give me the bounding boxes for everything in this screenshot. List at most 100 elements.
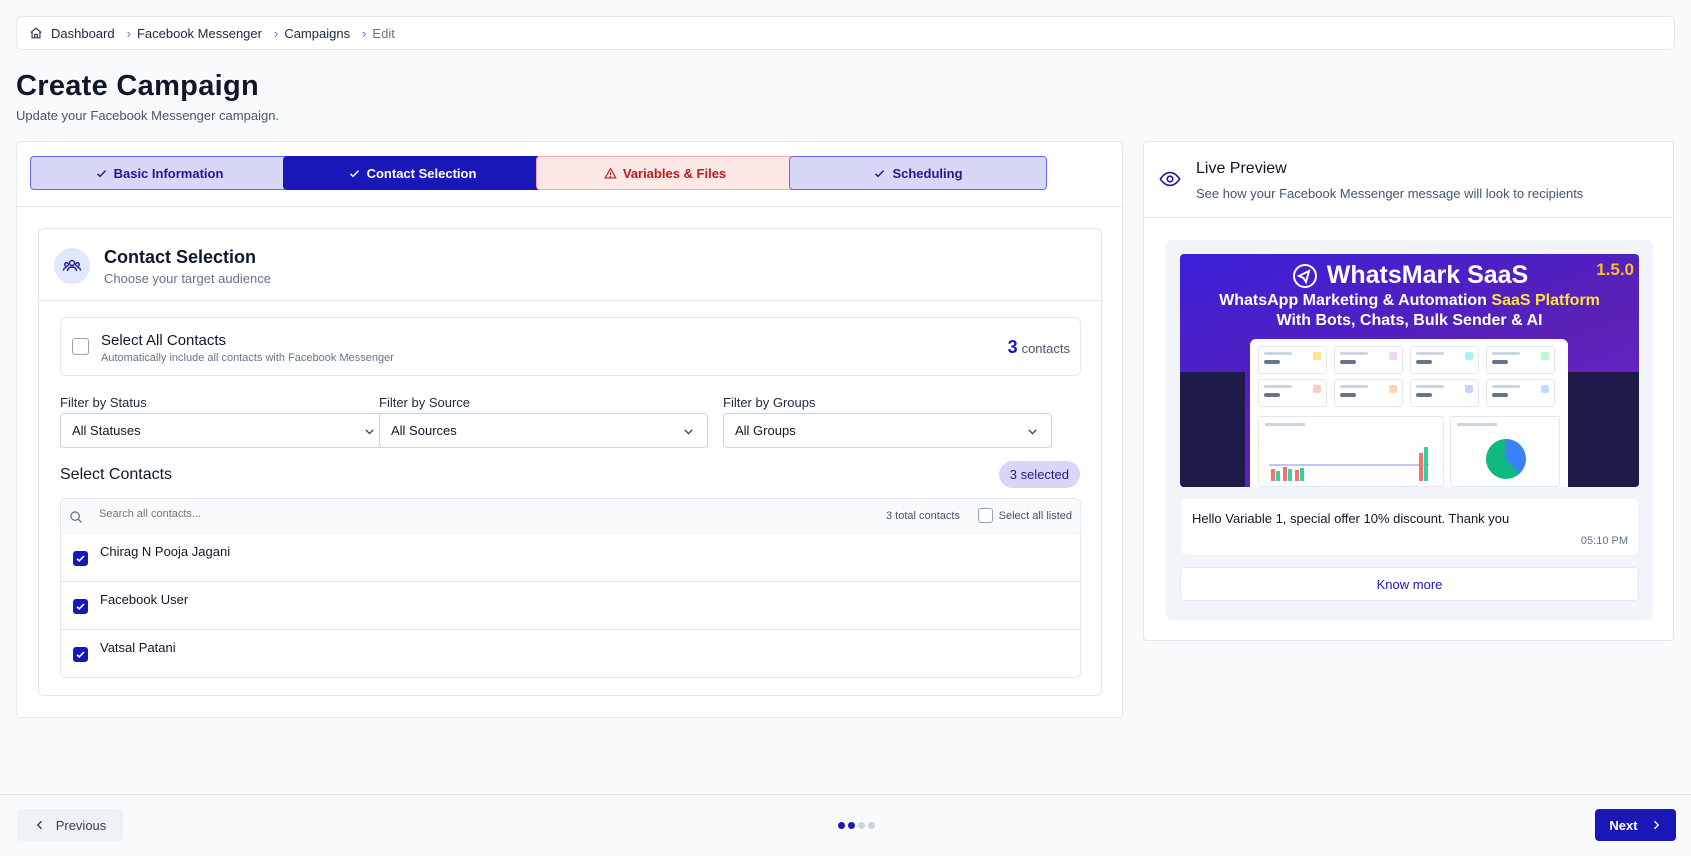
contact-checkbox[interactable]: [73, 599, 88, 614]
banner-tagline: With Bots, Chats, Bulk Sender & AI: [1276, 312, 1543, 329]
breadcrumb: Dashboard › Facebook Messenger › Campaig…: [16, 16, 1675, 50]
tab-basic-information[interactable]: Basic Information: [30, 156, 288, 190]
chevron-right-icon: ›: [273, 25, 279, 41]
step-progress-dots: [838, 822, 875, 829]
mock-pie-chart: [1450, 416, 1560, 487]
message-time: 05:10 PM: [1580, 535, 1628, 547]
banner-headline-highlight: SaaS Platform: [1491, 292, 1600, 309]
home-icon: [30, 27, 42, 39]
step-tabs: Basic Information Contact Selection Vari…: [17, 142, 1122, 207]
mock-stat-card: [1334, 346, 1403, 374]
check-icon: [349, 169, 359, 177]
tab-label: Variables & Files: [622, 165, 727, 181]
header-image: WhatsMark SaaS 1.5.0 WhatsApp Marketing …: [1180, 254, 1639, 487]
filter-source-select[interactable]: All Sources: [379, 413, 708, 448]
section-title: Contact Selection: [104, 247, 257, 267]
total-contacts-label: 3 total contacts: [886, 510, 960, 522]
previous-button[interactable]: Previous: [17, 809, 123, 841]
step-dot: [838, 822, 845, 829]
tab-label: Contact Selection: [366, 165, 477, 181]
chevron-right-icon: [1653, 820, 1659, 830]
tab-variables-files[interactable]: Variables & Files: [536, 156, 794, 190]
banner-brand: WhatsMark SaaS: [1180, 261, 1639, 290]
check-icon: [875, 169, 885, 177]
warning-icon: [604, 166, 617, 179]
select-all-contacts-row[interactable]: Select All Contacts Automatically includ…: [60, 317, 1081, 376]
select-all-listed[interactable]: Select all listed: [977, 508, 1072, 523]
chevron-right-icon: ›: [362, 25, 367, 41]
contact-checkbox[interactable]: [73, 551, 88, 566]
previous-label: Previous: [55, 817, 107, 833]
chevron-down-icon: [365, 429, 374, 435]
contact-name: Vatsal Patani: [100, 640, 176, 655]
chevron-down-icon: [1028, 429, 1037, 435]
select-all-listed-checkbox[interactable]: [977, 508, 993, 523]
tab-label: Basic Information: [113, 165, 224, 181]
mock-stat-card: [1334, 379, 1403, 407]
banner-headline-prefix: WhatsApp Marketing & Automation: [1219, 292, 1492, 309]
filter-groups-select[interactable]: All Groups: [723, 413, 1052, 448]
check-icon: [76, 651, 85, 659]
section-subtitle: Choose your target audience: [104, 271, 271, 286]
breadcrumb-campaigns[interactable]: Campaigns: [284, 26, 350, 41]
filter-groups-label: Filter by Groups: [723, 395, 816, 410]
mock-stat-card: [1258, 346, 1327, 374]
select-contacts-title: Select Contacts: [60, 466, 173, 483]
breadcrumb-facebook-messenger[interactable]: Facebook Messenger: [137, 26, 262, 41]
breadcrumb-edit: Edit: [372, 25, 395, 41]
contacts-count-number: 3: [1007, 337, 1018, 357]
breadcrumb-dashboard[interactable]: Dashboard: [29, 26, 115, 41]
message-bubble: Hello Variable 1, special offer 10% disc…: [1180, 498, 1639, 556]
contact-checkbox[interactable]: [73, 647, 88, 662]
step-dot: [858, 822, 865, 829]
banner-dashboard-mockup: [1250, 339, 1568, 487]
tab-contact-selection[interactable]: Contact Selection: [283, 156, 541, 190]
chevron-left-icon: [36, 820, 42, 830]
filter-source-value: All Sources: [391, 423, 457, 438]
banner-mock-sidebar: [1180, 372, 1245, 487]
contact-name: Chirag N Pooja Jagani: [100, 544, 231, 559]
check-icon: [76, 555, 85, 563]
filter-status-label: Filter by Status: [60, 395, 147, 410]
step-dot: [868, 822, 875, 829]
message-text: Hello Variable 1, special offer 10% disc…: [1192, 511, 1510, 526]
contacts-search-input[interactable]: [99, 508, 599, 520]
contacts-search-row: 3 total contacts Select all listed: [61, 499, 1080, 534]
message-preview: WhatsMark SaaS 1.5.0 WhatsApp Marketing …: [1166, 240, 1653, 620]
preview-header: Live Preview See how your Facebook Messe…: [1144, 142, 1673, 218]
next-button[interactable]: Next: [1595, 809, 1676, 841]
page-title: Create Campaign: [16, 70, 260, 102]
mock-stat-card: [1410, 346, 1479, 374]
filter-status-value: All Statuses: [72, 423, 141, 438]
preview-title: Live Preview: [1196, 160, 1287, 177]
mock-bar-chart: [1258, 416, 1444, 487]
wizard-footer: Previous Next: [0, 794, 1691, 856]
select-all-title: Select All Contacts: [101, 332, 227, 349]
chevron-right-icon: ›: [126, 25, 131, 41]
live-preview-card: Live Preview See how your Facebook Messe…: [1143, 141, 1674, 641]
filter-source-label: Filter by Source: [379, 395, 471, 410]
eye-icon: [1159, 171, 1181, 187]
select-all-contacts-checkbox[interactable]: [72, 338, 89, 355]
page-subtitle: Update your Facebook Messenger campaign.: [16, 108, 280, 123]
users-icon: [54, 248, 90, 284]
list-item[interactable]: Chirag N Pooja Jagani: [61, 534, 1080, 582]
list-item[interactable]: Facebook User: [61, 582, 1080, 630]
selected-count-badge: 3 selected: [998, 461, 1080, 488]
contacts-count: 3 contacts: [1008, 337, 1070, 358]
contacts-count-label: contacts: [1021, 341, 1070, 356]
filter-status-select[interactable]: All Statuses: [60, 413, 389, 448]
tab-scheduling[interactable]: Scheduling: [789, 156, 1047, 190]
banner-mock-panel: [1568, 372, 1639, 487]
panel-header: Contact Selection Choose your target aud…: [39, 229, 1101, 301]
check-icon: [96, 169, 106, 177]
select-all-subtitle: Automatically include all contacts with …: [101, 352, 394, 364]
filter-groups-value: All Groups: [735, 423, 796, 438]
step-dot: [848, 822, 855, 829]
tab-label: Scheduling: [892, 165, 963, 181]
mock-stat-card: [1486, 346, 1555, 374]
select-all-listed-label: Select all listed: [998, 509, 1072, 522]
preview-subtitle: See how your Facebook Messenger message …: [1196, 186, 1584, 201]
know-more-button[interactable]: Know more: [1180, 567, 1639, 601]
list-item[interactable]: Vatsal Patani: [61, 630, 1080, 677]
